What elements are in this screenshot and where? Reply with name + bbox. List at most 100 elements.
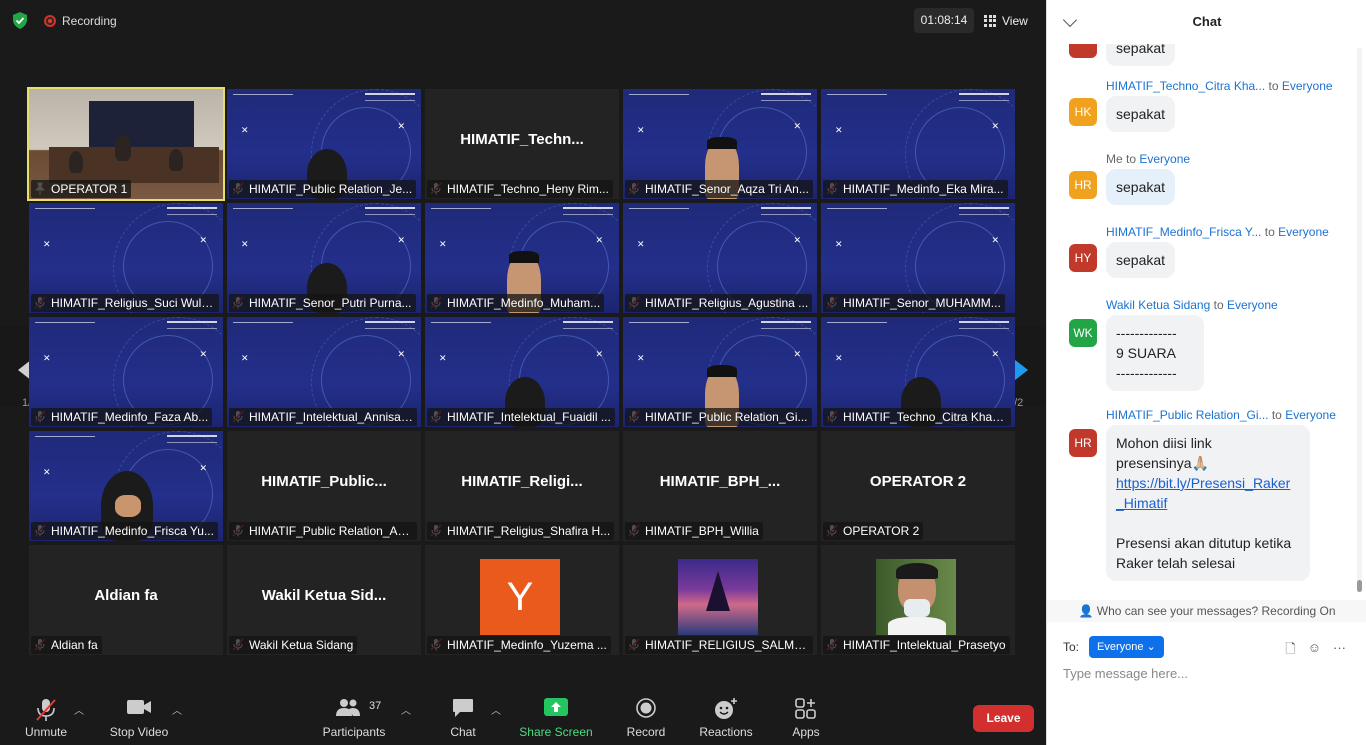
participants-options-caret[interactable]: ︿ xyxy=(401,702,411,717)
participant-tile[interactable]: OPERATOR 2 OPERATOR 2 xyxy=(821,431,1015,541)
participant-tile[interactable]: HIMATIF_Religi... HIMATIF_Religius_Shafir… xyxy=(425,431,619,541)
leave-button[interactable]: Leave xyxy=(973,705,1034,732)
participants-button[interactable]: 37 Participants xyxy=(318,680,390,745)
participant-tile[interactable]: Y HIMATIF_Medinfo_Yuzema ... xyxy=(425,545,619,655)
unmute-button[interactable]: Unmute xyxy=(16,680,76,745)
recipient-value: Everyone xyxy=(1097,641,1144,653)
participant-tile[interactable]: ✕ ✕ HIMATIF_Senor_Aqza Tri An... xyxy=(623,89,817,199)
participant-tile[interactable]: ✕ ✕ HIMATIF_Senor_MUHAMM... xyxy=(821,203,1015,313)
more-icon[interactable]: ··· xyxy=(1333,640,1346,662)
who-can-see-notice[interactable]: 👤 Who can see your messages? Recording O… xyxy=(1047,600,1366,622)
participant-tile[interactable]: ✕ ✕ HIMATIF_Medinfo_Eka Mira... xyxy=(821,89,1015,199)
participant-name-large: HIMATIF_Religi... xyxy=(461,473,583,490)
to-word: to xyxy=(1126,152,1137,166)
to-word: to xyxy=(1271,408,1282,422)
person-hat xyxy=(509,251,539,263)
participant-tile[interactable]: ✕ ✕ HIMATIF_Intelektual_Fuaidil ... xyxy=(425,317,619,427)
apps-button[interactable]: Apps xyxy=(782,680,830,745)
participant-tile[interactable]: ✕ ✕ HIMATIF_Public Relation_Je... xyxy=(227,89,421,199)
message-line: presensinya🙏🏼 xyxy=(1116,455,1209,471)
chat-messages: sepakat HIMATIF_Techno_Citra Kha... to E… xyxy=(1047,44,1359,600)
to-word: to xyxy=(1264,225,1275,239)
participant-tile[interactable]: OPERATOR 1 xyxy=(27,87,225,201)
avatar-photo xyxy=(678,559,758,635)
face xyxy=(115,495,141,517)
banner xyxy=(89,101,194,147)
participant-tile[interactable]: ✕ ✕ HIMATIF_Medinfo_Muham... xyxy=(425,203,619,313)
participant-name: HIMATIF_Religius_Agustina ... xyxy=(625,294,813,312)
presensi-link[interactable]: https://bit.ly/Presensi_Raker xyxy=(1116,475,1290,491)
participant-tile[interactable]: ✕ ✕ HIMATIF_Religius_Agustina ... xyxy=(623,203,817,313)
recording-indicator[interactable]: Recording xyxy=(44,12,117,29)
stop-video-button[interactable]: Stop Video xyxy=(104,680,174,745)
record-button[interactable]: Record xyxy=(620,680,672,745)
recipient-name: Everyone xyxy=(1278,225,1329,239)
avatar: Y xyxy=(480,559,560,635)
participant-name: HIMATIF_Techno_Heny Rim... xyxy=(427,180,613,198)
presensi-link-cont[interactable]: _Himatif xyxy=(1116,495,1167,511)
sender-name[interactable]: HIMATIF_Medinfo_Frisca Y... xyxy=(1106,225,1261,239)
reactions-label: Reactions xyxy=(699,725,753,739)
view-button[interactable]: View xyxy=(984,8,1028,33)
file-icon[interactable]: 🗋 xyxy=(1285,640,1295,662)
shield-icon[interactable] xyxy=(12,12,28,29)
video-options-caret[interactable]: ︿ xyxy=(172,702,182,717)
participant-name: HIMATIF_Senor_MUHAMM... xyxy=(823,294,1005,312)
sender-name[interactable]: Wakil Ketua Sidang xyxy=(1106,298,1210,312)
participant-tile[interactable]: ✕ ✕ HIMATIF_Religius_Suci Wula... xyxy=(29,203,223,313)
chat-options-caret[interactable]: ︿ xyxy=(491,702,501,717)
sender-avatar: HR xyxy=(1069,171,1097,199)
message-line: 9 SUARA xyxy=(1116,345,1176,361)
scrollbar-thumb[interactable] xyxy=(1357,580,1362,592)
participant-tile[interactable]: ✕ ✕ HIMATIF_Public Relation_Gi... xyxy=(623,317,817,427)
to-word: to xyxy=(1213,298,1224,312)
recipient-name: Everyone xyxy=(1281,79,1333,93)
emoji-icon[interactable]: ☺ xyxy=(1308,640,1321,662)
record-icon xyxy=(636,698,656,718)
chat-scrollbar[interactable] xyxy=(1357,48,1362,592)
mic-muted-icon xyxy=(36,699,56,721)
chat-label: Chat xyxy=(450,725,476,739)
recipient-select[interactable]: Everyone ⌄ xyxy=(1089,636,1164,658)
participant-name: HIMATIF_Intelektual_Prasetyo xyxy=(823,636,1010,654)
person-hat xyxy=(707,365,737,377)
message-line: ------------- xyxy=(1116,325,1177,341)
message-bubble: sepakat xyxy=(1106,169,1176,205)
sender-avatar: HK xyxy=(1069,98,1097,126)
participants-icon xyxy=(336,699,360,716)
participant-tile[interactable]: Aldian fa Aldian fa xyxy=(29,545,223,655)
share-screen-label: Share Screen xyxy=(519,725,593,739)
participant-tile[interactable]: ✕ ✕ HIMATIF_Medinfo_Faza Ab... xyxy=(29,317,223,427)
sender-avatar: HR xyxy=(1069,429,1097,457)
chevron-down-icon[interactable] xyxy=(1062,12,1078,28)
message-line: Presensi akan ditutup ketika xyxy=(1116,535,1292,551)
audio-options-caret[interactable]: ︿ xyxy=(74,702,84,717)
participant-tile[interactable]: ✕ ✕ HIMATIF_Senor_Putri Purna... xyxy=(227,203,421,313)
sender-name[interactable]: HIMATIF_Public Relation_Gi... xyxy=(1106,408,1269,422)
participant-name-large: OPERATOR 2 xyxy=(869,473,967,490)
participant-tile[interactable]: ✕ ✕ HIMATIF_Techno_Citra Khae... xyxy=(821,317,1015,427)
participant-tile[interactable]: HIMATIF_BPH_... HIMATIF_BPH_Willia xyxy=(623,431,817,541)
participant-name-large: HIMATIF_Techn... xyxy=(460,131,584,148)
participant-tile[interactable]: HIMATIF_Techn... HIMATIF_Techno_Heny Rim.… xyxy=(425,89,619,199)
participants-label: Participants xyxy=(322,725,386,739)
avatar-photo xyxy=(876,559,956,635)
participant-tile[interactable]: HIMATIF_RELIGIUS_SALMA AIN... xyxy=(623,545,817,655)
participant-name: HIMATIF_Senor_Aqza Tri An... xyxy=(625,180,813,198)
participant-tile[interactable]: HIMATIF_Public... HIMATIF_Public Relation… xyxy=(227,431,421,541)
participant-name: HIMATIF_Religius_Suci Wula... xyxy=(31,294,219,312)
share-screen-button[interactable]: Share Screen xyxy=(516,680,596,745)
chat-button[interactable]: Chat xyxy=(440,680,486,745)
meeting-topbar: Recording 01:08:14 View xyxy=(0,0,1046,42)
chat-input[interactable]: Type message here... xyxy=(1063,666,1188,681)
sender-name[interactable]: HIMATIF_Techno_Citra Kha... xyxy=(1106,79,1265,93)
participant-tile[interactable]: ✕ ✕ HIMATIF_Intelektual_Annisa ... xyxy=(227,317,421,427)
participant-tile[interactable]: ✕ ✕ HIMATIF_Medinfo_Frisca Yu... xyxy=(29,431,223,541)
reactions-button[interactable]: Reactions xyxy=(696,680,756,745)
chat-panel: Chat sepakat HIMATIF_Techno_Citra Kha...… xyxy=(1046,0,1366,745)
meeting-timer: 01:08:14 xyxy=(914,8,974,33)
recipient-name: Everyone xyxy=(1139,152,1191,166)
participant-tile[interactable]: Wakil Ketua Sid... Wakil Ketua Sidang xyxy=(227,545,421,655)
chat-actions: 🗋 ☺ ··· xyxy=(1285,640,1346,662)
participant-tile[interactable]: HIMATIF_Intelektual_Prasetyo xyxy=(821,545,1015,655)
